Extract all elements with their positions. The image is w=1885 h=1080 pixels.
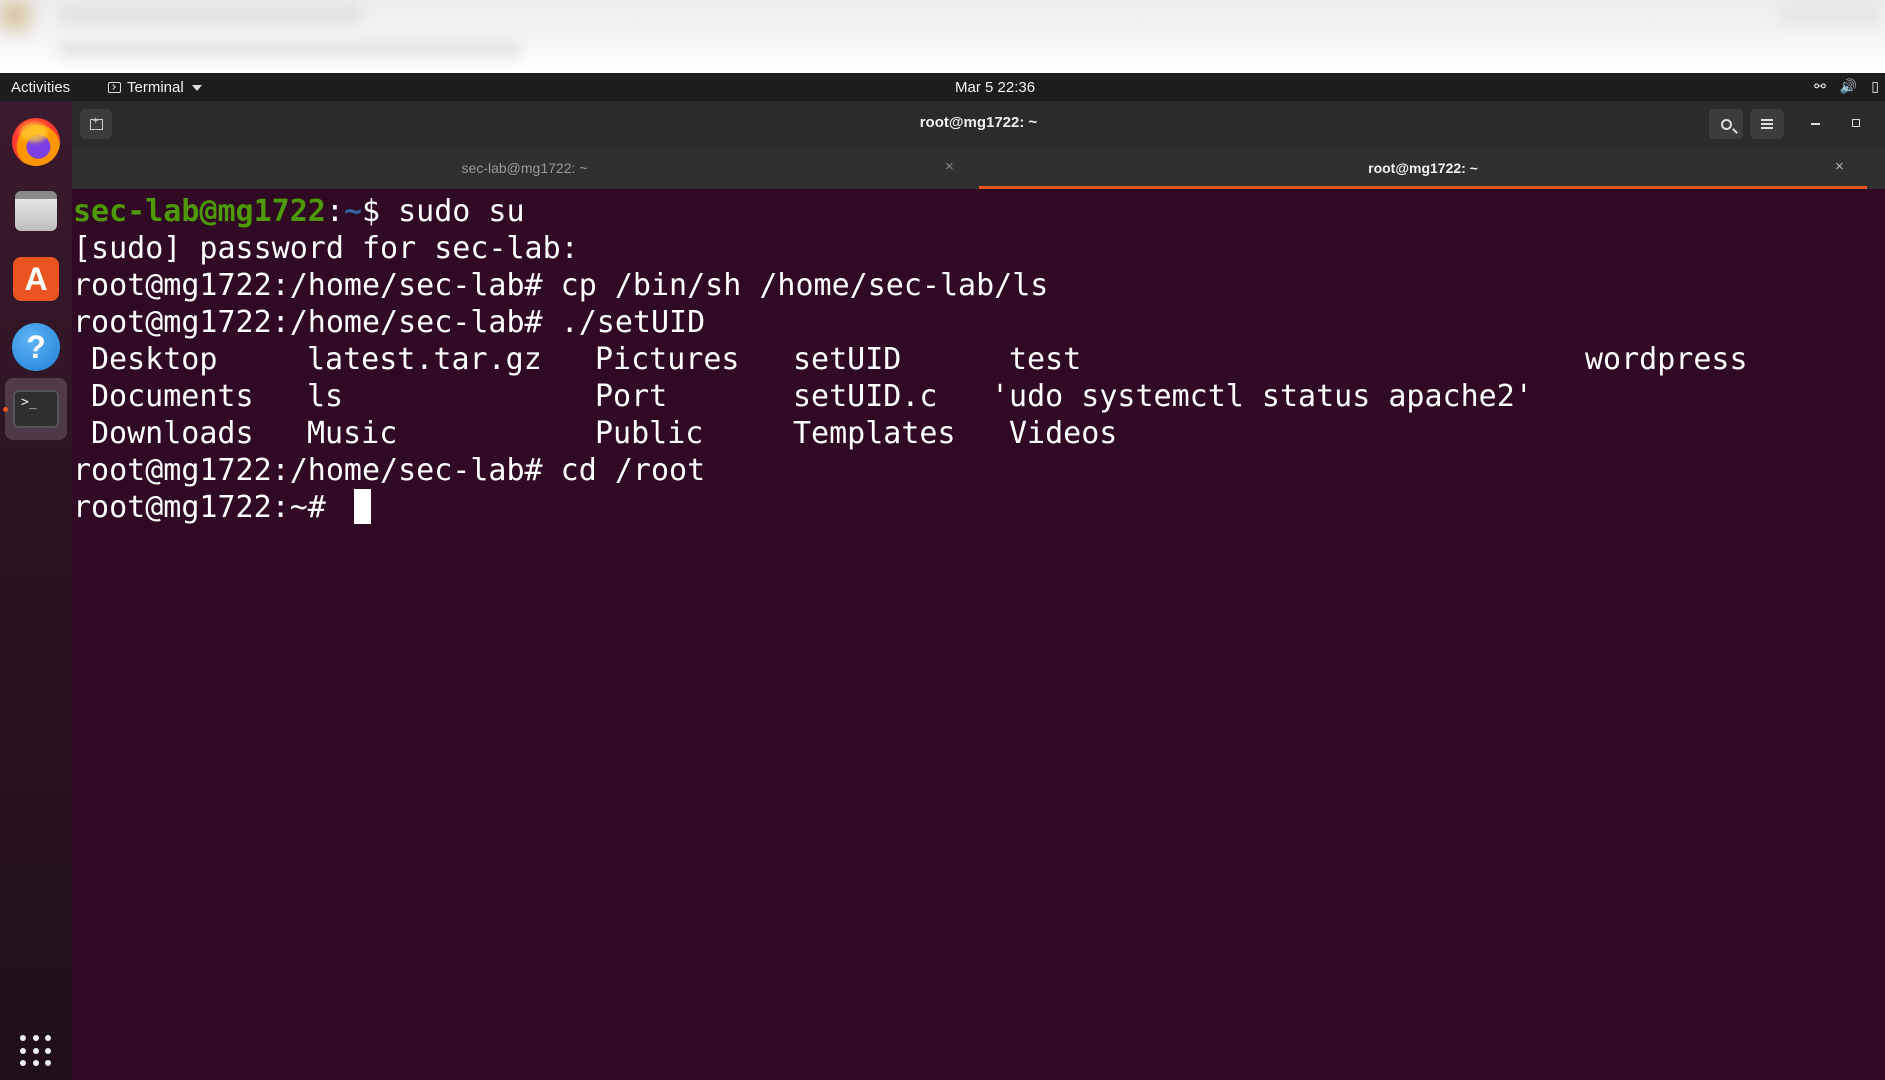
terminal-line: sec-lab@mg1722:~$ sudo su [73, 193, 1048, 230]
tab-root[interactable]: root@mg1722: ~ × [979, 147, 1867, 189]
terminal-output[interactable]: sec-lab@mg1722:~$ sudo su [sudo] passwor… [72, 189, 1885, 1080]
running-indicator [3, 407, 8, 412]
ls-output-row: Downloads Music Public Templates Videos [73, 415, 1117, 452]
system-tray[interactable]: ⚯ 🔊 ▯ [1814, 78, 1879, 95]
ls-output-row: Documents ls Port setUID.c 'udo systemct… [73, 378, 1533, 415]
ls-entry: Documents [91, 379, 254, 414]
terminal-small-icon [108, 82, 121, 93]
ls-entry: Pictures [595, 342, 740, 377]
ls-entry: 'udo systemctl status apache2' [991, 379, 1533, 414]
ls-entry: setUID.c [793, 379, 938, 414]
restore-button[interactable] [1852, 119, 1860, 127]
text-cursor [353, 489, 371, 524]
network-icon[interactable]: ⚯ [1814, 78, 1826, 95]
ls-entry: wordpress [1585, 342, 1748, 377]
terminal-line: root@mg1722:/home/sec-lab# cp /bin/sh /h… [73, 268, 1049, 303]
chevron-down-icon [191, 84, 202, 91]
prompt-user: sec-lab@mg1722 [73, 194, 326, 229]
ls-entry: Downloads [91, 416, 254, 451]
app-menu-label: Terminal [127, 79, 184, 96]
current-prompt: root@mg1722:~# [73, 490, 344, 525]
firefox-icon [12, 118, 60, 166]
tab-label: root@mg1722: ~ [1368, 160, 1478, 176]
terminal-icon: >_ [13, 390, 59, 428]
search-icon [1720, 118, 1732, 130]
ls-entry: ls [307, 379, 344, 414]
battery-icon[interactable]: ▯ [1871, 78, 1879, 95]
command-text: $ sudo su [362, 194, 525, 229]
search-button[interactable] [1709, 109, 1743, 139]
ls-entry: Templates [793, 416, 956, 451]
terminal-line: root@mg1722:~# [73, 489, 1048, 526]
volume-icon[interactable]: 🔊 [1840, 78, 1857, 95]
prompt-path: ~ [343, 194, 362, 229]
tab-label: sec-lab@mg1722: ~ [461, 160, 588, 176]
dock-files[interactable] [5, 180, 67, 242]
prompt-separator: : [325, 194, 344, 229]
ls-entry: test [1009, 342, 1082, 377]
hamburger-menu-icon [1761, 119, 1773, 129]
terminal-line: [sudo] password for sec-lab: [73, 231, 579, 266]
browser-strip-blurred [0, 0, 1885, 73]
minimize-button[interactable] [1811, 123, 1820, 125]
terminal-line: root@mg1722:/home/sec-lab# ./setUID [73, 305, 706, 340]
gnome-top-bar: Activities Terminal Mar 5 22:36 ⚯ 🔊 ▯ [0, 73, 1885, 101]
clock[interactable]: Mar 5 22:36 [955, 79, 1035, 96]
ls-entry: Desktop [91, 342, 218, 377]
close-icon[interactable]: × [1835, 158, 1844, 175]
dock-help[interactable]: ? [5, 316, 67, 378]
show-apps-grid-icon[interactable] [20, 1035, 52, 1067]
ls-entry: Music [307, 416, 398, 451]
activities-button[interactable]: Activities [11, 79, 70, 96]
ls-entry: setUID [793, 342, 902, 377]
app-menu[interactable]: Terminal [108, 79, 202, 96]
menu-button[interactable] [1750, 109, 1784, 139]
dock-firefox[interactable] [5, 111, 67, 173]
help-icon: ? [12, 323, 60, 371]
ls-entry: latest.tar.gz [307, 342, 542, 377]
tab-sec-lab[interactable]: sec-lab@mg1722: ~ × [72, 147, 977, 189]
ls-entry: Videos [1009, 416, 1118, 451]
window-title: root@mg1722: ~ [919, 114, 1038, 131]
ls-output-row: Desktop latest.tar.gz Pictures setUID te… [73, 341, 1748, 378]
ls-entry: Port [595, 379, 668, 414]
close-icon[interactable]: × [945, 158, 954, 175]
terminal-header-bar: root@mg1722: ~ [72, 101, 1885, 147]
dock: A ? >_ [0, 101, 72, 1080]
software-store-icon: A [13, 257, 59, 301]
files-icon [15, 191, 57, 231]
dock-terminal[interactable]: >_ [5, 378, 67, 440]
ls-entry: Public [595, 416, 704, 451]
terminal-line: root@mg1722:/home/sec-lab# cd /root [73, 453, 706, 488]
tab-bar: sec-lab@mg1722: ~ × root@mg1722: ~ × [72, 147, 1885, 189]
dock-software[interactable]: A [5, 248, 67, 310]
